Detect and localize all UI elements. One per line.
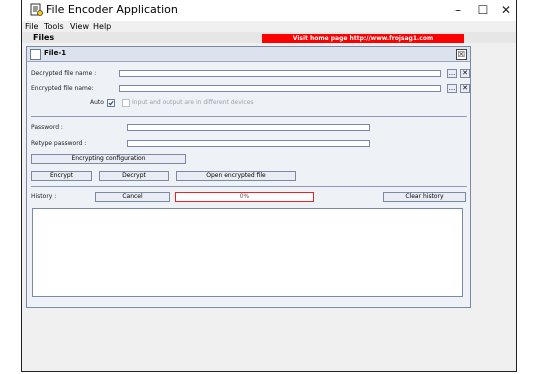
auto-checkbox[interactable] [107,99,115,107]
tab-row: Files Visit home page http://www.frojsag… [22,32,516,43]
menu-bar: File Tools View Help [22,21,516,32]
close-button[interactable]: ✕ [494,2,518,18]
separator [31,186,467,187]
decrypted-file-input[interactable] [119,70,441,77]
decrypted-file-label: Decrypted file name : [31,70,97,77]
devices-label: Input and output are in different device… [132,99,254,106]
frame-icon [30,49,41,60]
decrypted-browse-button[interactable]: ... [447,69,457,78]
app-icon [30,3,43,16]
tab-files[interactable]: Files [33,32,54,43]
menu-help[interactable]: Help [93,21,111,32]
menu-tools[interactable]: Tools [44,21,64,32]
history-list[interactable] [32,208,463,297]
file-frame: File-1 ☒ Decrypted file name : ... ✕ Enc… [26,46,471,308]
file-frame-title-bar[interactable]: File-1 ☒ [27,47,470,62]
decrypted-clear-icon[interactable]: ✕ [460,69,470,78]
encrypting-configuration-button[interactable]: Encrypting configuration [31,154,186,164]
encrypted-browse-button[interactable]: ... [447,84,457,93]
clear-history-button[interactable]: Clear history [383,192,466,202]
home-page-link[interactable]: Visit home page http://www.frojsag1.com [262,34,464,43]
encrypt-button[interactable]: Encrypt [31,171,92,181]
separator [31,116,467,117]
title-bar[interactable]: File Encoder Application – ☐ ✕ [22,0,516,21]
checkmark-icon [108,100,114,106]
menu-view[interactable]: View [70,21,89,32]
window-title: File Encoder Application [46,3,178,16]
frame-close-icon[interactable]: ☒ [456,49,467,60]
password-label: Password : [31,124,63,131]
progress-bar: 0% [175,192,314,202]
retype-password-label: Retype password : [31,140,87,147]
decrypt-button[interactable]: Decrypt [99,171,169,181]
password-input[interactable] [127,124,370,131]
auto-label: Auto [90,99,104,106]
minimize-button[interactable]: – [446,2,470,18]
app-window: File Encoder Application – ☐ ✕ File Tool… [21,0,517,372]
menu-file[interactable]: File [25,21,38,32]
encrypted-file-input[interactable] [119,85,441,92]
retype-password-input[interactable] [127,140,370,147]
devices-checkbox[interactable] [122,99,130,107]
maximize-button[interactable]: ☐ [471,2,495,18]
encrypted-file-label: Encrypted file name: [31,85,94,92]
encrypted-clear-icon[interactable]: ✕ [460,84,470,93]
history-label: History : [31,193,57,200]
file-frame-title: File-1 [44,49,67,57]
open-encrypted-file-button[interactable]: Open encrypted file [176,171,296,181]
cancel-button[interactable]: Cancel [95,192,170,202]
